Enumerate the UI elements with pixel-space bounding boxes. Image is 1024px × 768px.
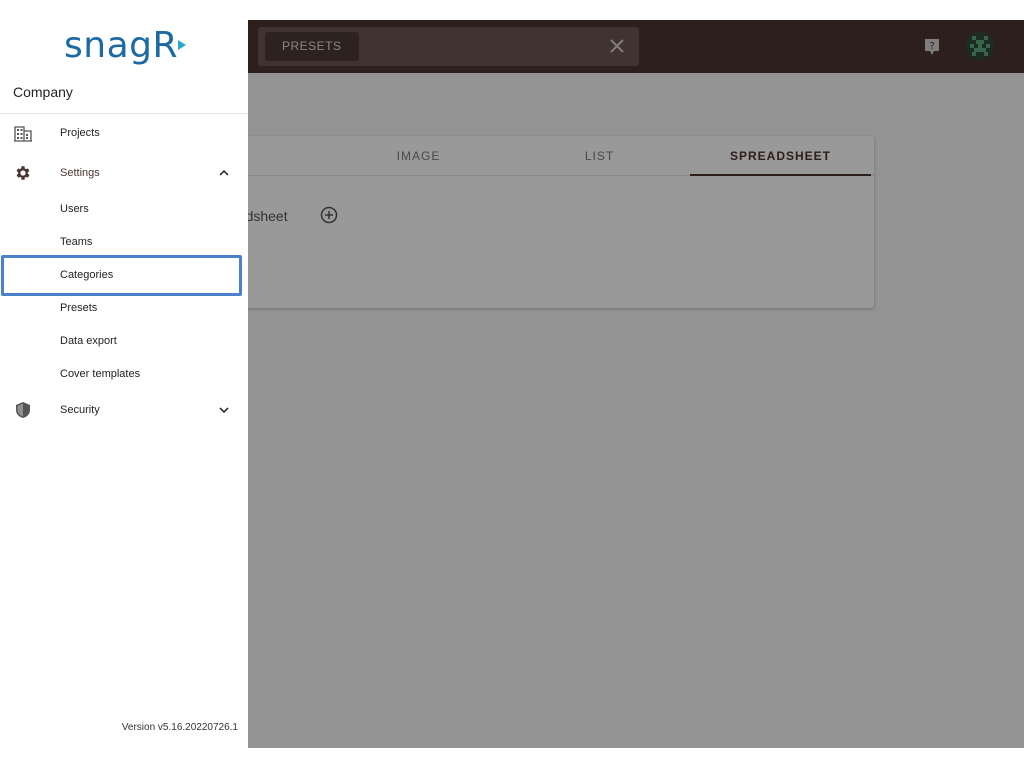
nav-label-settings: Settings xyxy=(60,167,100,179)
sidebar-item-presets[interactable]: Presets xyxy=(0,292,248,325)
selection-highlight xyxy=(1,255,242,296)
chevron-down-icon[interactable] xyxy=(218,404,230,416)
sidebar-item-data-export[interactable]: Data export xyxy=(0,325,248,358)
navigation-drawer: snagR Company Projects Settings Users Te… xyxy=(0,0,248,768)
nav-label-users: Users xyxy=(60,203,89,215)
nav-label-presets: Presets xyxy=(60,302,98,314)
gear-icon xyxy=(16,166,30,180)
nav-item-projects[interactable]: Projects xyxy=(0,117,248,150)
shield-icon xyxy=(16,402,30,418)
nav-label-data-export: Data export xyxy=(60,335,117,347)
app-version: Version v5.16.20220726.1 xyxy=(121,722,238,733)
divider xyxy=(0,113,248,114)
nav-label-cover-templates: Cover templates xyxy=(60,368,141,380)
chevron-up-icon[interactable] xyxy=(218,167,230,179)
sidebar-item-cover-templates[interactable]: Cover templates xyxy=(0,358,248,391)
nav-label-projects: Projects xyxy=(60,127,100,139)
logo-arrow-icon xyxy=(178,40,186,50)
snagr-logo: snagR xyxy=(64,24,186,68)
nav-label-security: Security xyxy=(60,404,100,416)
nav-item-settings[interactable]: Settings xyxy=(0,157,248,190)
building-icon xyxy=(14,126,32,142)
nav-item-security[interactable]: Security xyxy=(0,394,248,427)
brand-name: snagR xyxy=(64,25,178,66)
sidebar-item-users[interactable]: Users xyxy=(0,193,248,226)
section-title: Company xyxy=(13,84,73,100)
screen: PRESETS ? IMAGE LIST SPREADSHEET eadshee… xyxy=(0,0,1024,768)
